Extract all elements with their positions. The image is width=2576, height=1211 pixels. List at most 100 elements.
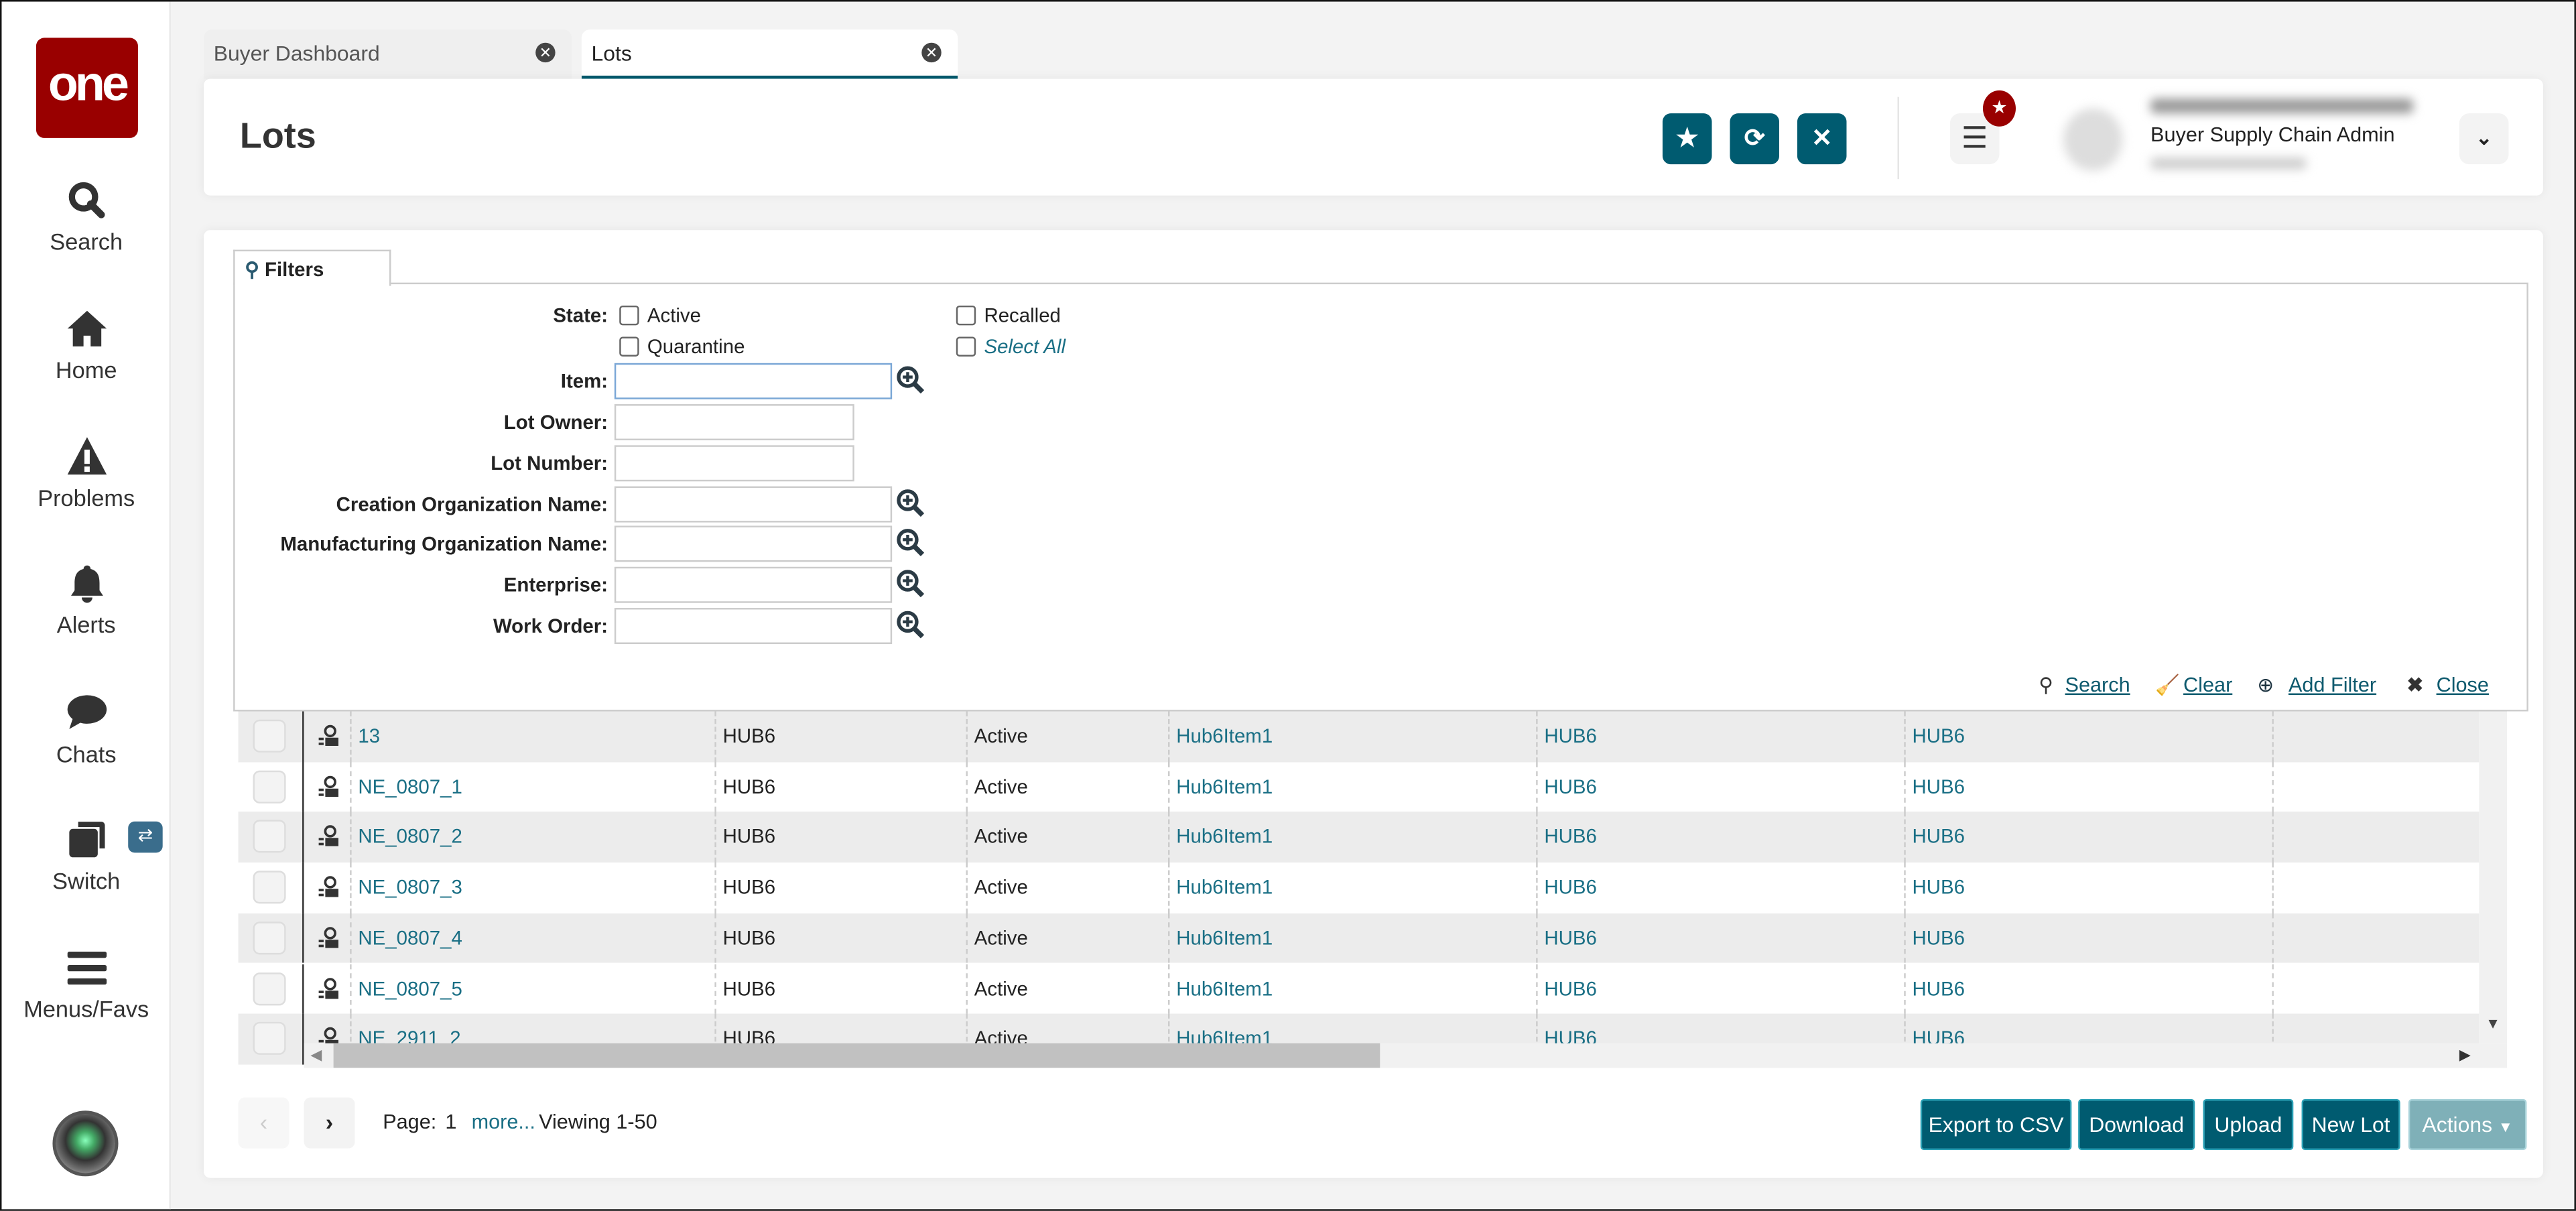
lot-number-cell[interactable]: NE_0807_3	[350, 863, 714, 913]
org-cell[interactable]: HUB6	[1536, 711, 1904, 762]
table-row[interactable]: NE_0807_4 HUB6 Active Hub6Item1 HUB6 HUB6	[238, 913, 2480, 964]
lookup-icon[interactable]	[895, 610, 925, 639]
export-csv-button[interactable]: Export to CSV	[1920, 1099, 2072, 1151]
lot-number-cell[interactable]: NE_0807_4	[350, 913, 714, 964]
scroll-left-icon[interactable]: ◀	[310, 1047, 322, 1065]
favorite-button[interactable]: ★	[1662, 113, 1712, 165]
org-cell[interactable]: HUB6	[1904, 963, 2272, 1015]
vertical-scrollbar[interactable]: ▼	[2479, 711, 2507, 1043]
column-divider	[302, 761, 304, 812]
table-row[interactable]: 13 HUB6 Active Hub6Item1 HUB6 HUB6	[238, 711, 2480, 762]
lot-number-cell[interactable]: NE_0807_2	[350, 812, 714, 863]
org-cell[interactable]: HUB6	[1904, 711, 2272, 762]
scrollbar-thumb[interactable]	[333, 1043, 1380, 1068]
horizontal-scrollbar[interactable]: ◀ ▶	[304, 1043, 2507, 1068]
item-cell[interactable]: Hub6Item1	[1168, 963, 1536, 1015]
lot-number-cell[interactable]: 13	[350, 711, 714, 762]
app-window: one Search Home Problems Alerts Chats Sw…	[0, 0, 2576, 1211]
lookup-icon[interactable]	[895, 488, 925, 517]
work-order-input[interactable]	[614, 608, 893, 644]
active-checkbox[interactable]	[619, 305, 639, 326]
sidebar-item-alerts[interactable]: Alerts	[1, 562, 171, 637]
new-lot-button[interactable]: New Lot	[2301, 1099, 2400, 1151]
org-cell[interactable]: HUB6	[1536, 963, 1904, 1015]
manufacturing-org-input[interactable]	[614, 525, 893, 562]
lot-number-input[interactable]	[614, 445, 854, 482]
org-cell[interactable]: HUB6	[1536, 761, 1904, 812]
prev-page-button[interactable]: ‹	[238, 1097, 289, 1149]
lot-detail-icon[interactable]	[317, 926, 340, 949]
lot-owner-input[interactable]	[614, 404, 854, 441]
close-tab-icon[interactable]: ✕	[535, 42, 556, 63]
item-cell[interactable]: Hub6Item1	[1168, 711, 1536, 762]
tab-lots[interactable]: Lots ✕	[581, 29, 958, 79]
item-cell[interactable]: Hub6Item1	[1168, 863, 1536, 913]
scroll-down-icon[interactable]: ▼	[2486, 1015, 2500, 1032]
close-tab-icon[interactable]: ✕	[921, 42, 942, 63]
org-cell[interactable]: HUB6	[1904, 913, 2272, 964]
table-row[interactable]: NE_0807_3 HUB6 Active Hub6Item1 HUB6 HUB6	[238, 863, 2479, 913]
select-all-label[interactable]: Select All	[984, 335, 1066, 358]
scroll-right-icon[interactable]: ▶	[2459, 1047, 2471, 1065]
row-checkbox[interactable]	[253, 769, 286, 804]
item-input[interactable]	[614, 363, 893, 399]
row-checkbox[interactable]	[253, 972, 286, 1005]
close-page-button[interactable]: ✕	[1797, 113, 1847, 165]
switch-arrows-icon[interactable]: ⇄	[128, 821, 163, 853]
lot-number-cell[interactable]: NE_0807_1	[350, 761, 714, 812]
search-link[interactable]: Search	[2065, 674, 2130, 696]
sidebar-item-search[interactable]: Search	[1, 179, 171, 255]
org-cell[interactable]: HUB6	[1536, 913, 1904, 964]
one-logo[interactable]: one	[36, 38, 138, 138]
lot-detail-icon[interactable]	[317, 876, 340, 899]
next-page-button[interactable]: ›	[304, 1097, 355, 1149]
user-menu-button[interactable]: ⌄	[2459, 113, 2509, 165]
lookup-icon[interactable]	[895, 365, 925, 394]
sidebar-item-home[interactable]: Home	[1, 307, 171, 383]
lookup-icon[interactable]	[895, 568, 925, 598]
tab-buyer-dashboard[interactable]: Buyer Dashboard ✕	[203, 29, 572, 79]
lot-number-cell[interactable]: NE_0807_5	[350, 963, 714, 1015]
table-row[interactable]: NE_0807_2 HUB6 Active Hub6Item1 HUB6 HUB6	[238, 812, 2480, 863]
org-cell[interactable]: HUB6	[1904, 761, 2272, 812]
user-avatar[interactable]	[2063, 108, 2123, 171]
table-row[interactable]: NE_0807_1 HUB6 Active Hub6Item1 HUB6 HUB6	[238, 761, 2479, 812]
row-checkbox[interactable]	[253, 871, 286, 904]
download-button[interactable]: Download	[2078, 1099, 2195, 1151]
org-cell[interactable]: HUB6	[1536, 812, 1904, 863]
row-checkbox[interactable]	[253, 1022, 286, 1056]
row-checkbox[interactable]	[253, 820, 286, 854]
more-pages-link[interactable]: more...	[472, 1110, 535, 1133]
upload-button[interactable]: Upload	[2203, 1099, 2294, 1151]
quarantine-checkbox[interactable]	[619, 336, 639, 357]
lot-detail-icon[interactable]	[317, 826, 340, 848]
sidebar-item-chats[interactable]: Chats	[1, 692, 171, 767]
item-cell[interactable]: Hub6Item1	[1168, 761, 1536, 812]
lot-detail-icon[interactable]	[317, 976, 340, 999]
lot-detail-icon[interactable]	[317, 724, 340, 747]
row-checkbox[interactable]	[253, 719, 286, 753]
org-cell[interactable]: HUB6	[1904, 863, 2272, 913]
sidebar-item-problems[interactable]: Problems	[1, 436, 171, 511]
org-cell[interactable]: HUB6	[1904, 812, 2272, 863]
item-cell[interactable]: Hub6Item1	[1168, 913, 1536, 964]
refresh-button[interactable]: ⟳	[1730, 113, 1779, 165]
filters-tab[interactable]: ⚲ Filters	[233, 249, 391, 286]
item-cell[interactable]: Hub6Item1	[1168, 812, 1536, 863]
user-avatar[interactable]	[52, 1110, 119, 1177]
select-all-checkbox[interactable]	[956, 336, 976, 357]
clear-link[interactable]: Clear	[2183, 674, 2232, 696]
row-checkbox[interactable]	[253, 921, 286, 954]
add-filter-link[interactable]: Add Filter	[2289, 674, 2376, 696]
enterprise-input[interactable]	[614, 566, 893, 603]
org-cell[interactable]: HUB6	[1536, 863, 1904, 913]
close-link[interactable]: Close	[2437, 674, 2489, 696]
lookup-icon[interactable]	[895, 527, 925, 557]
lot-detail-icon[interactable]	[317, 775, 340, 798]
table-row[interactable]: NE_0807_5 HUB6 Active Hub6Item1 HUB6 HUB6	[238, 963, 2479, 1015]
divider	[1897, 97, 1899, 180]
recalled-checkbox[interactable]	[956, 305, 976, 326]
actions-dropdown[interactable]: Actions ▼	[2408, 1099, 2527, 1151]
sidebar-item-menus-favs[interactable]: Menus/Favs	[1, 946, 171, 1022]
creation-org-input[interactable]	[614, 486, 893, 523]
